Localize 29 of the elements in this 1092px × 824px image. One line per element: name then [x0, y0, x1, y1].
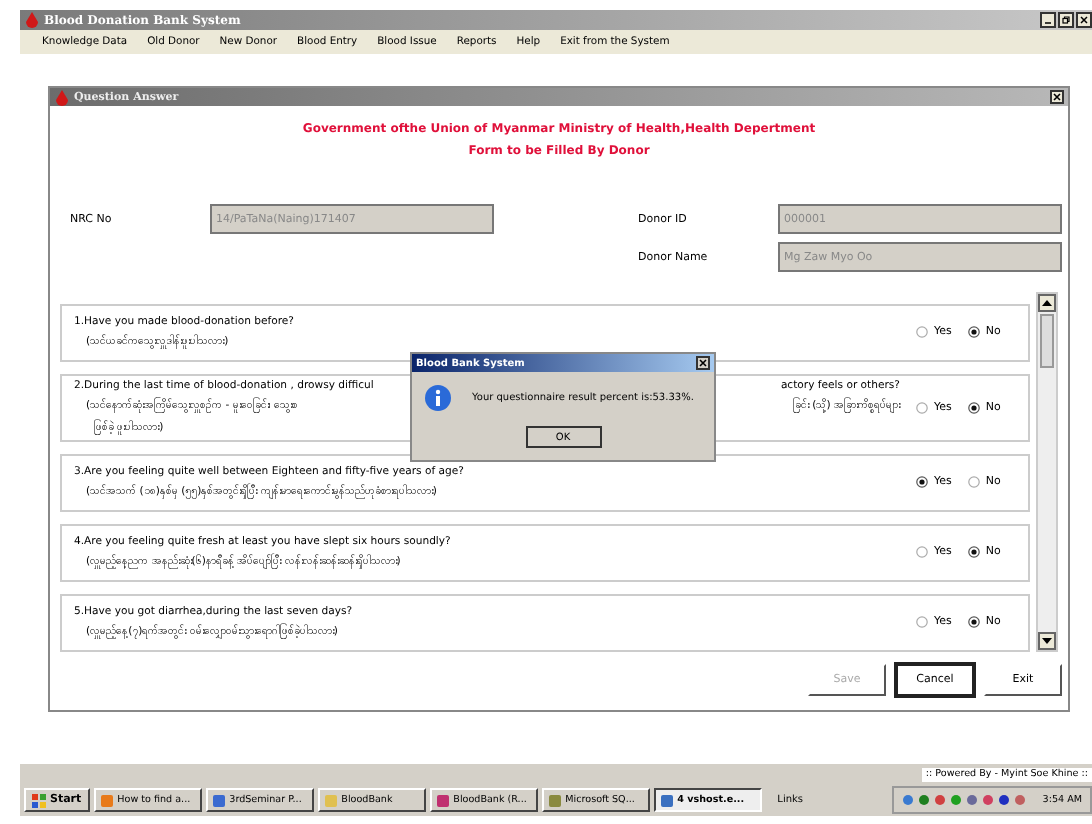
app-icon — [435, 793, 450, 807]
app-icon — [211, 793, 226, 807]
radio-button[interactable] — [916, 401, 928, 413]
scrollbar[interactable] — [1036, 292, 1058, 652]
blood-drop-icon — [24, 12, 40, 28]
app-icon — [323, 793, 338, 807]
radio-button[interactable] — [916, 546, 928, 558]
radio-button[interactable] — [967, 401, 980, 413]
radio-button[interactable] — [967, 326, 980, 338]
radio-button[interactable] — [967, 616, 980, 628]
radio-button[interactable] — [967, 476, 980, 488]
windows-logo-icon — [32, 793, 46, 807]
radio-button[interactable] — [916, 326, 928, 338]
app-icon — [547, 793, 562, 807]
down-arrow-icon[interactable] — [1042, 638, 1052, 644]
info-icon — [424, 384, 452, 412]
close-button[interactable] — [696, 356, 710, 370]
radio-button[interactable] — [916, 476, 928, 488]
radio-button[interactable] — [916, 616, 928, 628]
radio-button[interactable] — [967, 546, 980, 558]
close-button[interactable] — [1050, 90, 1064, 104]
restore-button[interactable] — [1058, 12, 1074, 28]
scrollbar-thumb[interactable] — [1040, 314, 1054, 368]
minimize-button[interactable] — [1040, 12, 1056, 28]
app-icon — [659, 793, 674, 807]
app-icon — [99, 793, 114, 807]
close-button[interactable] — [1076, 12, 1092, 28]
up-arrow-icon[interactable] — [1042, 300, 1052, 306]
blood-drop-icon — [54, 89, 70, 105]
